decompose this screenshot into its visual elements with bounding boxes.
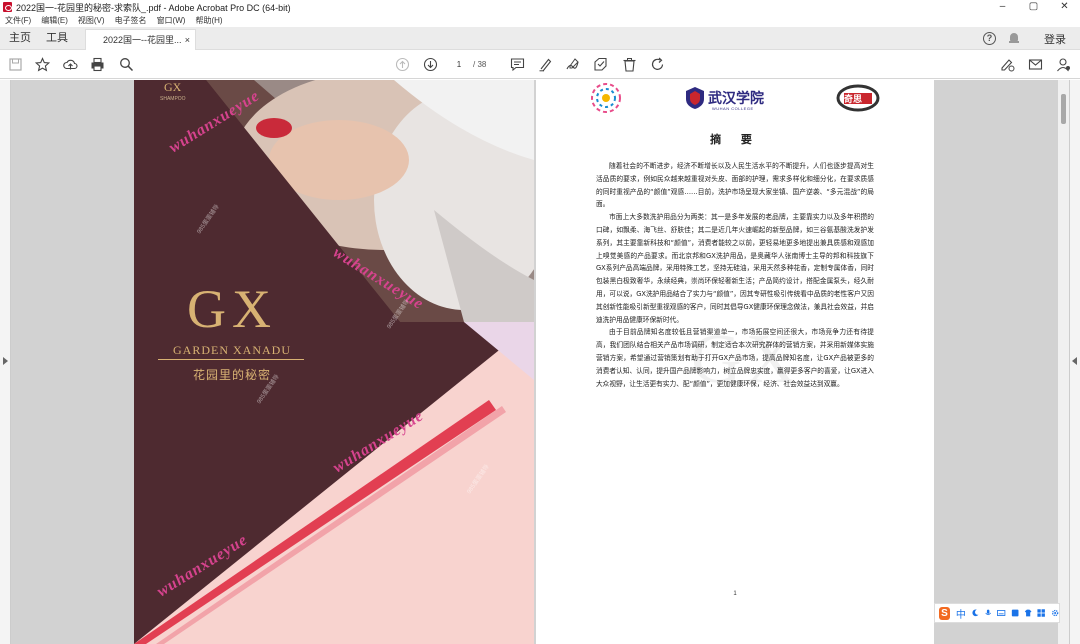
menu-window[interactable]: 窗口(W) (157, 14, 186, 27)
ime-microphone-icon[interactable] (984, 608, 992, 618)
highlight-pen-icon[interactable] (538, 57, 553, 72)
brand-cn-name: 花园里的秘密 (192, 368, 271, 382)
menu-file[interactable]: 文件(F) (5, 14, 31, 27)
vertical-scrollbar[interactable] (1058, 80, 1069, 644)
notification-bell-icon[interactable] (1009, 33, 1019, 44)
window-title: 2022国一-花园里的秘密-求索队_.pdf - Adobe Acrobat P… (16, 2, 291, 13)
ime-settings-icon[interactable] (1051, 608, 1059, 618)
page-number-input[interactable]: 1 (447, 58, 471, 71)
tab-tools[interactable]: 工具 (46, 27, 68, 50)
help-icon[interactable]: ? (983, 32, 996, 45)
stamp-icon[interactable] (593, 57, 608, 72)
ime-emoji-icon[interactable] (1011, 608, 1019, 618)
login-button[interactable]: 登录 (1044, 31, 1066, 47)
comment-icon[interactable] (510, 57, 525, 72)
menu-view[interactable]: 视图(V) (78, 14, 105, 27)
cover-top-label: SHAMPOO (160, 96, 186, 102)
cover-top-logo: GX (164, 80, 182, 94)
next-page-icon[interactable] (423, 57, 438, 72)
maximize-button[interactable]: ▢ (1018, 0, 1049, 14)
ime-moon-icon[interactable] (971, 608, 979, 618)
email-icon[interactable] (1028, 57, 1043, 72)
tab-bar: 主页 工具 2022国一--花园里... × ? 登录 (0, 27, 1080, 50)
bookmark-star-icon[interactable] (35, 57, 50, 72)
rotate-icon[interactable] (650, 57, 665, 72)
tab-document-label: 2022国一--花园里... (103, 35, 182, 45)
college-name: 武汉学院 (708, 91, 764, 107)
fill-sign-icon[interactable] (1000, 57, 1015, 72)
toolbar: 1 / 38 (0, 50, 1080, 79)
tab-document[interactable]: 2022国一--花园里... × (85, 29, 196, 50)
menu-edit[interactable]: 编辑(E) (41, 14, 68, 27)
abstract-paragraph: 由于目前品牌知名度较低且营销渠道单一，市场拓展空间还很大，市场竞争力还有待提高，… (596, 328, 874, 388)
save-icon[interactable] (8, 57, 23, 72)
search-icon[interactable] (119, 57, 134, 72)
abstract-title: 摘 要 (710, 133, 760, 146)
ime-mode-toggle[interactable]: 中 (956, 606, 966, 621)
tab-close-icon[interactable]: × (185, 30, 190, 50)
flower-logo-icon (591, 83, 621, 113)
menu-bar: 文件(F) 编辑(E) 视图(V) 电子签名 窗口(W) 帮助(H) (0, 14, 233, 27)
ime-toolbar[interactable]: S 中 (934, 603, 1060, 623)
abstract-paragraph: 随着社会的不断进步，经济不断增长以及人民生活水平的不断提升，人们也逐步提高对生活… (596, 162, 874, 209)
page-number: 1 (733, 591, 737, 597)
brand-divider (158, 359, 304, 360)
menu-help[interactable]: 帮助(H) (195, 14, 222, 27)
previous-page-icon[interactable] (395, 57, 410, 72)
delete-trash-icon[interactable] (622, 57, 637, 72)
share-user-icon[interactable] (1056, 57, 1071, 72)
title-bar: 2022国一-花园里的秘密-求索队_.pdf - Adobe Acrobat P… (0, 0, 1080, 14)
college-name-en: WUHAN COLLEGE (712, 106, 754, 111)
summary-page: 武汉学院 WUHAN COLLEGE 奇思 摘 要 GX 随着社会的不断进步，经… (536, 80, 934, 644)
tab-home[interactable]: 主页 (9, 27, 31, 50)
scrollbar-thumb[interactable] (1061, 94, 1066, 124)
page-total: / 38 (473, 60, 487, 69)
draw-sign-icon[interactable] (565, 57, 580, 72)
wuhan-college-crest-icon (686, 87, 704, 109)
ime-skin-icon[interactable] (1024, 608, 1032, 618)
ime-toolbox-icon[interactable] (1037, 608, 1046, 618)
expand-left-panel-icon[interactable] (3, 357, 8, 365)
tabbar-right: ? 登录 (983, 27, 1066, 50)
page-header-logos: 武汉学院 WUHAN COLLEGE 奇思 (536, 82, 934, 113)
minimize-button[interactable]: – (987, 0, 1018, 14)
close-window-button[interactable]: ✕ (1049, 0, 1080, 14)
window-controls: – ▢ ✕ (987, 0, 1080, 14)
brand-logo-gx: GX (187, 279, 277, 339)
menu-esign[interactable]: 电子签名 (115, 14, 147, 27)
upload-cloud-icon[interactable] (63, 57, 78, 72)
abstract-paragraph: 市面上大多数洗护用品分为两类：其一是多年发展的老品牌，主要靠实力以及多年积攒的口… (596, 213, 874, 324)
abstract-body: 随着社会的不断进步，经济不断增长以及人民生活水平的不断提升，人们也逐步提高对生活… (596, 160, 874, 390)
print-icon[interactable] (90, 57, 105, 72)
team-logo-text: 奇思 (844, 95, 863, 105)
ime-logo-icon[interactable]: S (939, 606, 950, 620)
acrobat-icon (3, 2, 12, 12)
cover-page: GX SHAMPOO GX GARDEN XANADU 花园里的秘密 wuhan… (134, 80, 534, 644)
ime-keyboard-icon[interactable] (997, 608, 1006, 618)
brand-name: GARDEN XANADU (173, 343, 291, 357)
expand-right-panel-icon[interactable] (1072, 357, 1077, 365)
